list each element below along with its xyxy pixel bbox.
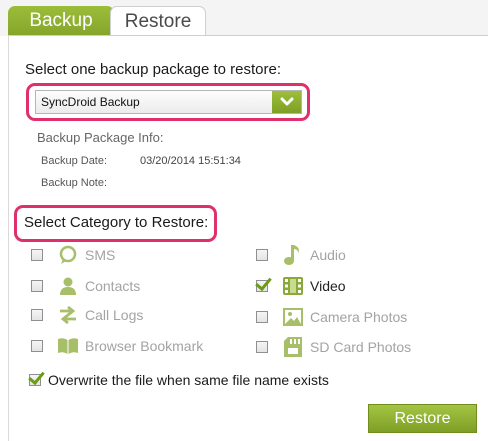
backup-date-label: Backup Date: <box>41 155 108 167</box>
backup-date-value: 03/20/2014 15:51:34 <box>140 155 241 167</box>
book-icon <box>57 335 79 357</box>
backup-package-select[interactable]: SyncDroid Backup <box>35 90 302 114</box>
category-title: Select Category to Restore: <box>24 214 209 231</box>
contacts-checkbox[interactable] <box>31 280 43 292</box>
call-log-arrows-icon <box>57 304 79 326</box>
tab-bar: Backup Restore <box>0 0 488 36</box>
browser-bookmark-label: Browser Bookmark <box>85 338 204 354</box>
sd-card-photos-label: SD Card Photos <box>310 339 412 355</box>
sms-checkbox[interactable] <box>31 249 43 261</box>
video-label: Video <box>310 278 346 294</box>
overwrite-option[interactable]: Overwrite the file when same file name e… <box>29 370 329 390</box>
call-logs-checkbox[interactable] <box>31 309 43 321</box>
sd-card-icon <box>282 336 304 358</box>
category-sd-card-photos[interactable]: SD Card Photos <box>256 335 456 359</box>
category-sms[interactable]: SMS <box>31 243 231 267</box>
overwrite-checkbox[interactable] <box>29 374 41 386</box>
camera-photos-checkbox[interactable] <box>256 311 268 323</box>
select-package-prompt: Select one backup package to restore: <box>25 61 281 78</box>
overwrite-label: Overwrite the file when same file name e… <box>48 372 329 388</box>
tab-restore[interactable]: Restore <box>110 6 206 36</box>
category-camera-photos[interactable]: Camera Photos <box>256 305 456 329</box>
sms-label: SMS <box>85 247 116 263</box>
audio-label: Audio <box>310 247 346 263</box>
music-note-icon <box>282 244 304 266</box>
category-video[interactable]: Video <box>256 274 456 298</box>
sms-bubble-icon <box>57 244 79 266</box>
camera-photos-label: Camera Photos <box>310 309 408 325</box>
chevron-down-icon <box>280 97 293 106</box>
dropdown-button[interactable] <box>272 91 301 113</box>
restore-button[interactable]: Restore <box>368 404 477 433</box>
category-call-logs[interactable]: Call Logs <box>31 303 231 327</box>
contacts-label: Contacts <box>85 278 141 294</box>
browser-bookmark-checkbox[interactable] <box>31 340 43 352</box>
category-contacts[interactable]: Contacts <box>31 274 231 298</box>
backup-package-selected-value: SyncDroid Backup <box>41 95 140 109</box>
category-browser-bookmark[interactable]: Browser Bookmark <box>31 334 231 358</box>
audio-checkbox[interactable] <box>256 249 268 261</box>
photo-icon <box>282 306 304 328</box>
tab-backup[interactable]: Backup <box>8 6 114 36</box>
contact-person-icon <box>57 275 79 297</box>
backup-package-info-heading: Backup Package Info: <box>37 130 164 145</box>
film-icon <box>282 275 304 297</box>
video-checkbox[interactable] <box>256 280 268 292</box>
call-logs-label: Call Logs <box>85 307 144 323</box>
category-audio[interactable]: Audio <box>256 243 456 267</box>
backup-note-label: Backup Note: <box>41 177 108 189</box>
sd-card-photos-checkbox[interactable] <box>256 341 268 353</box>
